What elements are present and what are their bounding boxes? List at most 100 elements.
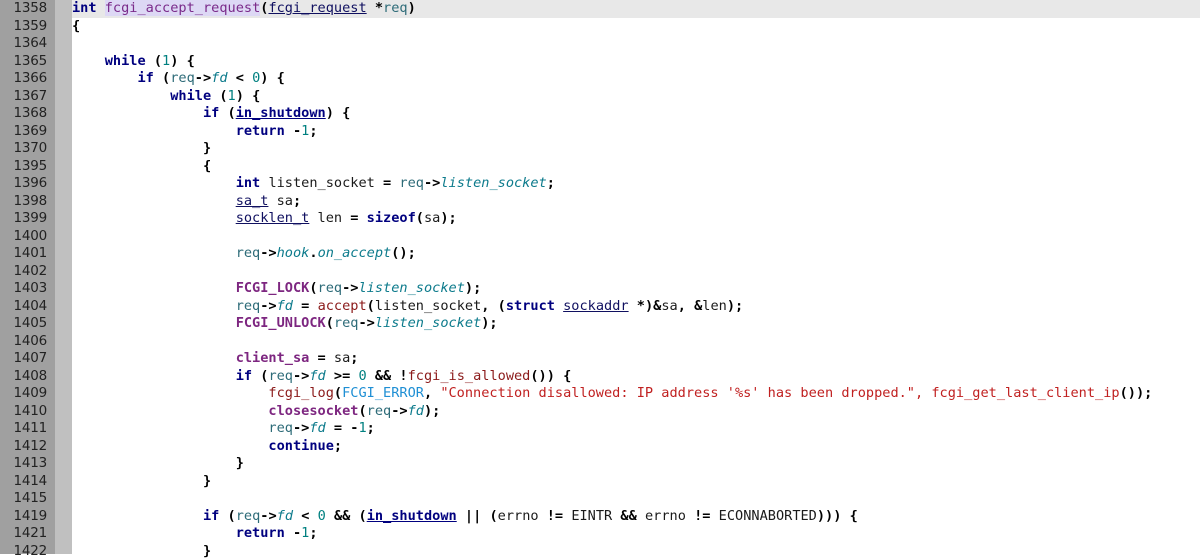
code-line[interactable]: return -1; (72, 123, 1200, 141)
code-line[interactable]: } (72, 473, 1200, 491)
code-editor[interactable]: 1358135913641365136613671368136913701395… (0, 0, 1200, 554)
code-token (268, 193, 276, 209)
code-token: -> (358, 315, 374, 331)
code-line[interactable]: } (72, 140, 1200, 158)
code-token: -> (293, 420, 309, 436)
code-token: } (236, 455, 244, 471)
code-line[interactable]: FCGI_LOCK(req->listen_socket); (72, 280, 1200, 298)
code-token: hook (277, 245, 310, 261)
code-line[interactable]: while (1) { (72, 88, 1200, 106)
code-token: . (309, 245, 317, 261)
line-number: 1400 (0, 228, 47, 246)
code-token: } (203, 140, 211, 156)
code-token: req (334, 315, 359, 331)
code-token (72, 473, 203, 489)
code-token: >= (326, 368, 359, 384)
fold-margin[interactable] (55, 0, 72, 554)
code-token (72, 175, 236, 191)
code-token: ( (334, 385, 342, 401)
code-line[interactable]: if (req->fd < 0 && (in_shutdown || (errn… (72, 508, 1200, 526)
code-token: && (612, 508, 645, 524)
code-token (285, 123, 293, 139)
code-token: -> (391, 403, 407, 419)
code-line[interactable]: if (in_shutdown) { (72, 105, 1200, 123)
line-number: 1358 (0, 0, 47, 18)
code-line[interactable]: socklen_t len = sizeof(sa); (72, 210, 1200, 228)
code-token: = (293, 298, 318, 314)
line-number-gutter[interactable]: 1358135913641365136613671368136913701395… (0, 0, 55, 554)
code-token: return (236, 123, 285, 139)
code-token: ( (309, 280, 317, 296)
code-line[interactable]: while (1) { (72, 53, 1200, 71)
code-token: -> (424, 175, 440, 191)
code-token: ) (408, 0, 416, 16)
code-token: on_accept (318, 245, 392, 261)
code-line[interactable]: { (72, 18, 1200, 36)
code-line[interactable]: req->fd = accept(listen_socket, (struct … (72, 298, 1200, 316)
code-token: len (318, 210, 343, 226)
code-line[interactable]: int fcgi_accept_request(fcgi_request *re… (72, 0, 1200, 18)
code-token: req (236, 508, 261, 524)
code-token: ( (219, 508, 235, 524)
line-number: 1395 (0, 158, 47, 176)
code-token (72, 368, 236, 384)
code-line[interactable]: } (72, 455, 1200, 473)
code-line[interactable]: FCGI_UNLOCK(req->listen_socket); (72, 315, 1200, 333)
code-line[interactable]: fcgi_log(FCGI_ERROR, "Connection disallo… (72, 385, 1200, 403)
code-token: ( (326, 315, 334, 331)
code-line[interactable] (72, 263, 1200, 281)
code-token: ) { (170, 53, 195, 69)
line-number: 1366 (0, 70, 47, 88)
code-token (72, 70, 137, 86)
code-token: = (309, 350, 334, 366)
code-token: req (236, 298, 261, 314)
code-line[interactable]: req->fd = -1; (72, 420, 1200, 438)
line-number: 1410 (0, 403, 47, 421)
code-line[interactable] (72, 490, 1200, 508)
code-line[interactable]: if (req->fd >= 0 && !fcgi_is_allowed()) … (72, 368, 1200, 386)
code-line[interactable]: int listen_socket = req->listen_socket; (72, 175, 1200, 193)
line-number: 1368 (0, 105, 47, 123)
code-token: ; (547, 175, 555, 191)
code-token: int (236, 175, 261, 191)
code-token: req (367, 403, 392, 419)
code-line[interactable]: return -1; (72, 525, 1200, 543)
code-token: req (268, 420, 293, 436)
code-line[interactable]: sa_t sa; (72, 193, 1200, 211)
code-token: if (203, 508, 219, 524)
line-number: 1396 (0, 175, 47, 193)
code-token: if (203, 105, 219, 121)
code-content-area[interactable]: int fcgi_accept_request(fcgi_request *re… (72, 0, 1200, 554)
code-token (72, 245, 236, 261)
code-token: ) { (236, 88, 261, 104)
code-line[interactable] (72, 333, 1200, 351)
line-number: 1415 (0, 490, 47, 508)
code-token: - (293, 525, 301, 541)
code-line[interactable]: req->hook.on_accept(); (72, 245, 1200, 263)
code-token: ); (727, 298, 743, 314)
code-line[interactable]: if (req->fd < 0) { (72, 70, 1200, 88)
code-line[interactable] (72, 35, 1200, 53)
code-token (72, 280, 236, 296)
code-line[interactable]: } (72, 543, 1200, 560)
code-token: sizeof (367, 210, 416, 226)
code-token: && ( (326, 508, 367, 524)
code-line[interactable]: { (72, 158, 1200, 176)
code-line[interactable] (72, 228, 1200, 246)
code-token: fcgi_accept_request (105, 0, 261, 16)
code-token: 1 (162, 53, 170, 69)
line-number: 1411 (0, 420, 47, 438)
line-number: 1399 (0, 210, 47, 228)
code-token: = (342, 210, 367, 226)
code-token (285, 525, 293, 541)
code-line[interactable]: client_sa = sa; (72, 350, 1200, 368)
line-number: 1405 (0, 315, 47, 333)
code-token (72, 88, 170, 104)
line-number: 1370 (0, 140, 47, 158)
code-token: ( (219, 105, 235, 121)
code-line[interactable]: continue; (72, 438, 1200, 456)
code-token (72, 403, 268, 419)
code-line[interactable]: closesocket(req->fd); (72, 403, 1200, 421)
code-token: { (72, 18, 80, 34)
code-token: fd (408, 403, 424, 419)
